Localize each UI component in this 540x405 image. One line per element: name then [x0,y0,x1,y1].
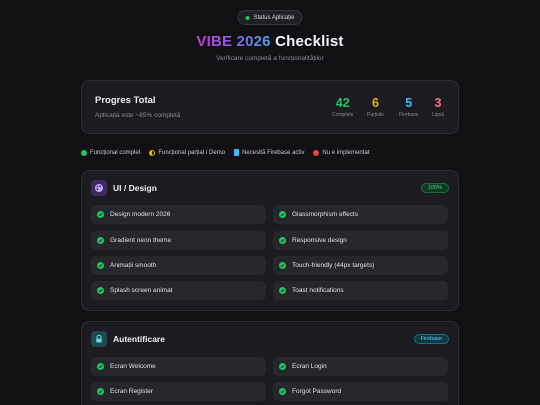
checklist-item: Ecran Welcome [91,357,266,376]
firebase-icon [234,149,240,156]
section-title: UI / Design [113,183,157,193]
item-label: Ecran Login [292,363,327,370]
green-check-icon [81,149,87,156]
stat-label: Parțiale [367,112,384,118]
page-subtitle: Verificare completă a funcționalităților [216,55,324,62]
stat-missing: 3 Lipsă [432,96,444,119]
section-header: UI / Design [91,180,157,196]
check-icon [279,262,286,269]
checklist-item: Animații smooth [91,256,266,275]
checklist-item: Toast notifications [273,281,448,300]
legend-label: Necesită Firebase activ [242,149,305,156]
item-label: Forgot Password [292,388,342,395]
status-label: Status Aplicație [253,14,295,21]
item-label: Ecran Register [110,388,153,395]
item-label: Toast notifications [292,287,344,294]
check-icon [97,388,104,395]
progress-card: Progres Total Aplicația este ~85% comple… [81,80,459,134]
stat-label: Lipsă [432,112,444,118]
check-icon [97,363,104,370]
section-header: Autentificare [91,331,165,347]
half-circle-icon [149,149,156,156]
stat-value: 6 [372,96,379,110]
item-label: Splash screen animat [110,287,173,294]
check-icon [97,237,104,244]
checklist-item: Splash screen animat [91,281,266,300]
checklist-item: Ecran Login [273,357,448,376]
legend: Funcțional complet Funcțional parțial / … [81,149,369,156]
checklist-item: Responsive design [273,231,448,250]
check-icon [97,211,104,218]
check-icon [97,287,104,294]
progress-subtitle: Aplicația este ~85% completă [95,112,181,119]
checklist-item: Ecran Register [91,382,266,401]
status-badge: Status Aplicație [237,10,303,25]
palette-icon [91,180,107,196]
item-label: Animații smooth [110,262,157,269]
stat-firebase: 5 Firebase [399,96,419,119]
item-label: Responsive design [292,237,347,244]
title-highlight: VIBE 2026 [196,33,271,50]
section-ui-design: UI / Design 100% Design modern 2026 Glas… [81,170,459,311]
section-badge: Firebase [413,334,449,344]
section-title: Autentificare [113,334,165,344]
item-label: Ecran Welcome [110,363,156,370]
checklist-item: Glassmorphism effects [273,205,448,224]
stat-partial: 6 Parțiale [367,96,384,119]
check-icon [279,363,286,370]
check-icon [279,211,286,218]
check-icon [279,237,286,244]
item-label: Glassmorphism effects [292,211,358,218]
item-label: Design modern 2026 [110,211,171,218]
stat-value: 3 [434,96,442,110]
item-label: Gradient neon theme [110,237,172,244]
legend-label: Funcțional complet [90,149,141,156]
check-icon [97,262,104,269]
check-icon [279,287,286,294]
stat-value: 42 [335,96,350,110]
legend-item: Funcțional complet [81,149,140,156]
stat-label: Complete [332,112,354,118]
section-badge: 100% [420,183,449,193]
status-dot-icon [245,15,250,20]
legend-item: Nu e implementat [313,149,369,156]
progress-title: Progres Total [95,95,156,106]
checklist-item: Gradient neon theme [91,231,266,250]
legend-item: Necesită Firebase activ [234,149,304,156]
stat-label: Firebase [399,112,419,118]
legend-label: Funcțional parțial / Demo [158,149,226,156]
item-label: Touch-friendly (44px targets) [292,262,375,269]
red-x-icon [313,149,320,156]
page-title: VIBE 2026 Checklist [0,33,540,50]
legend-item: Funcțional parțial / Demo [149,149,225,156]
section-authentication: Autentificare Firebase Ecran Welcome Ecr… [81,321,459,405]
check-icon [279,388,286,395]
stat-value: 5 [405,96,413,110]
lock-icon [91,331,107,347]
legend-label: Nu e implementat [322,149,370,156]
checklist-item: Design modern 2026 [91,205,266,224]
stat-complete: 42 Complete [332,96,354,119]
checklist-item: Touch-friendly (44px targets) [273,256,448,275]
checklist-item: Forgot Password [273,382,448,401]
title-rest: Checklist [275,33,344,50]
